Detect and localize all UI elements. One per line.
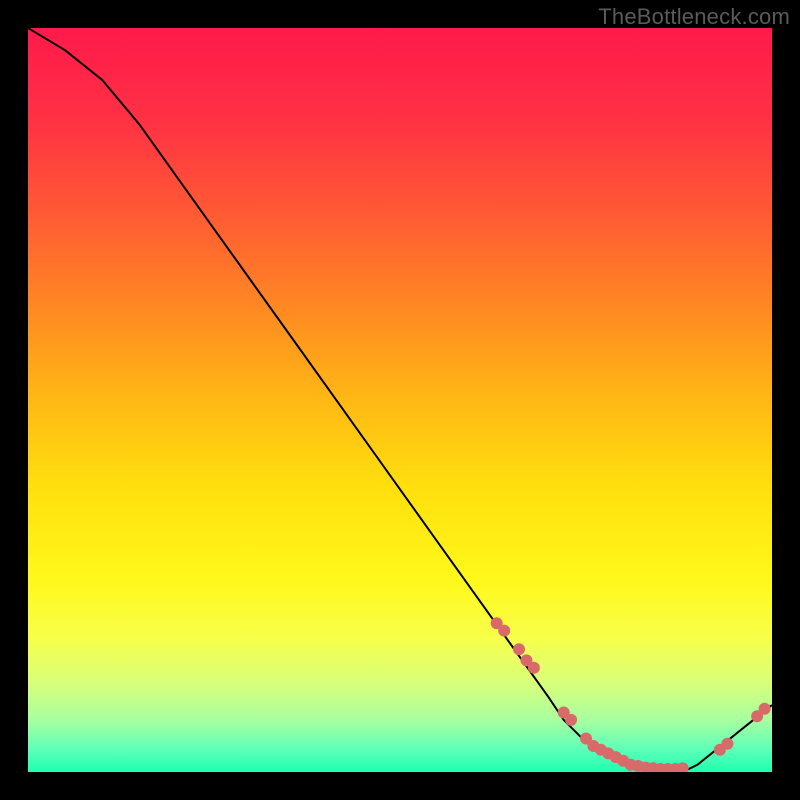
data-point (528, 662, 540, 674)
bottleneck-curve (28, 28, 772, 772)
data-point (565, 714, 577, 726)
plot-area (28, 28, 772, 772)
watermark-text: TheBottleneck.com (598, 4, 790, 30)
data-point (498, 625, 510, 637)
data-point (759, 703, 771, 715)
chart-overlay (28, 28, 772, 772)
data-point (721, 738, 733, 750)
data-point (677, 762, 689, 772)
sample-points (491, 617, 771, 772)
data-point (513, 643, 525, 655)
